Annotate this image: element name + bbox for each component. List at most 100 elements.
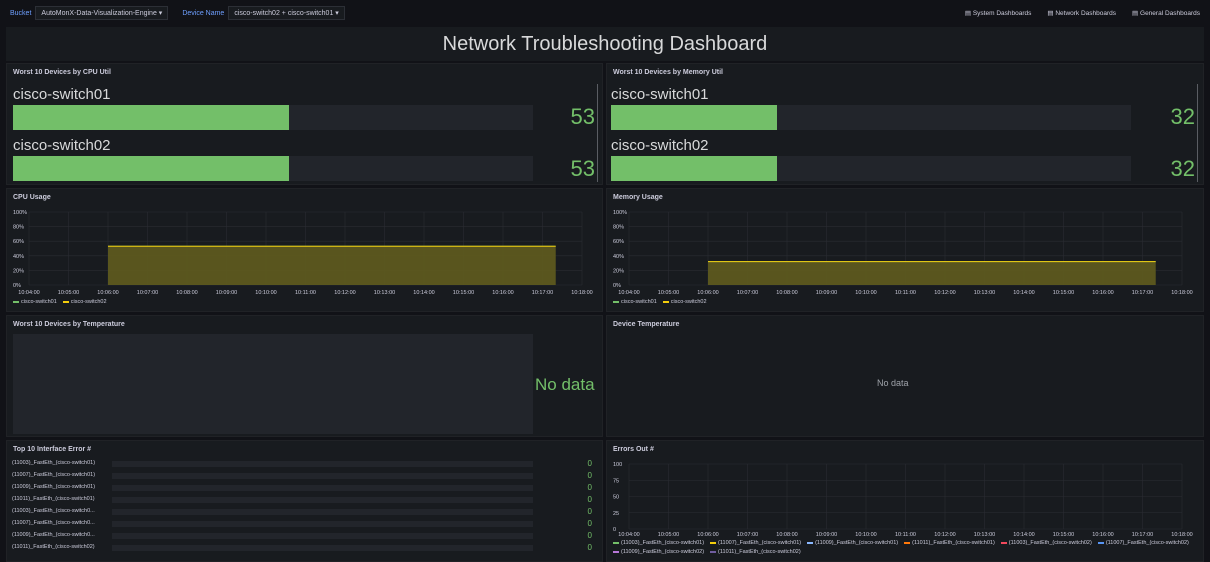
y-tick-label: 60% [613,239,624,245]
x-tick-label: 10:10:00 [855,290,876,296]
x-tick-label: 10:14:00 [413,290,434,296]
legend-swatch [613,542,619,544]
y-tick-label: 25 [613,511,619,517]
scrollbar[interactable] [597,84,598,182]
scrollbar[interactable] [1197,84,1198,182]
interface-error-panel: Top 10 Interface Error # (11003)_FastEth… [6,440,603,562]
dashboard-links: ▤ System Dashboards ▤ Network Dashboards… [965,9,1200,17]
y-tick-label: 0 [613,527,616,533]
y-tick-label: 80% [13,225,24,231]
legend-swatch [62,301,69,303]
chevron-down-icon: ▾ [158,10,163,17]
error-row-label: (11003)_FastEth_(cisco-switch01) [12,460,96,466]
x-tick-label: 10:16:00 [1092,532,1113,538]
legend-item[interactable]: (11007)_FastEth_(cisco-switch01) [710,540,801,546]
device-label: Device Name [182,9,225,17]
legend-item[interactable]: (11009)_FastEth_(cisco-switch01) [807,540,898,546]
no-data-text: No data [877,378,909,388]
panel-title: Top 10 Interface Error # [13,446,92,453]
gauge-bar [611,156,1131,181]
y-tick-label: 75 [613,478,619,484]
x-tick-label: 10:05:00 [658,532,679,538]
x-tick-label: 10:06:00 [697,532,718,538]
error-row-value: 0 [587,459,592,468]
device-variable: Device Name cisco-switch02 + cisco-switc… [172,6,345,20]
gauge-value: 32 [1170,104,1195,129]
legend-item[interactable]: (11011)_FastEth_(cisco-switch01) [904,540,995,546]
x-tick-label: 10:10:00 [855,532,876,538]
cpu-util-panel: Worst 10 Devices by CPU Util cisco-switc… [6,63,603,185]
gauge-fill [13,156,289,181]
legend-swatch [710,551,717,553]
legend-item[interactable]: cisco-switch02 [62,299,107,305]
error-row-label: (11007)_FastEth_(cisco-switch01) [12,472,96,478]
dashboard-title: Network Troubleshooting Dashboard [6,27,1204,61]
x-tick-label: 10:15:00 [453,290,474,296]
x-tick-label: 10:10:00 [255,290,276,296]
device-temperature-panel: Device Temperature No data [606,315,1204,437]
error-row-value: 0 [587,531,592,540]
error-row-value: 0 [587,495,592,504]
x-tick-label: 10:15:00 [1053,290,1074,296]
chart-legend: (11003)_FastEth_(cisco-switch01) (11007)_… [613,540,1198,555]
x-tick-label: 10:08:00 [776,290,797,296]
x-tick-label: 10:14:00 [1013,290,1034,296]
link-network-dashboards[interactable]: ▤ Network Dashboards [1047,9,1116,17]
gauge-value: 53 [570,104,595,129]
legend-item[interactable]: (11003)_FastEth_(cisco-switch01) [613,540,704,546]
device-select[interactable]: cisco-switch02 + cisco-switch01 ▾ [228,6,345,20]
x-tick-label: 10:04:00 [618,290,639,296]
y-tick-label: 60% [13,239,24,245]
legend-item[interactable]: (11011)_FastEth_(cisco-switch02) [710,549,801,555]
error-row-value: 0 [587,483,592,492]
y-tick-label: 20% [13,268,24,274]
panel-title: Worst 10 Devices by Temperature [13,321,125,328]
legend-item[interactable]: cisco-switch02 [662,299,707,305]
error-row-bar [112,485,533,491]
x-tick-label: 10:18:00 [571,290,592,296]
x-tick-label: 10:13:00 [974,290,995,296]
x-tick-label: 10:15:00 [1053,532,1074,538]
panel-title: Worst 10 Devices by Memory Util [613,69,723,76]
x-tick-label: 10:16:00 [492,290,513,296]
series-area [108,246,556,285]
gauge-bar [13,105,533,130]
x-tick-label: 10:06:00 [697,290,718,296]
gauge-fill [611,105,778,130]
x-tick-label: 10:07:00 [737,290,758,296]
panel-title: Device Temperature [613,321,680,328]
legend-item[interactable]: cisco-switch01 [13,299,57,305]
x-tick-label: 10:16:00 [1092,290,1113,296]
bucket-select[interactable]: AutoMonX-Data-Visualization-Engine ▾ [35,6,169,20]
x-tick-label: 10:11:00 [895,290,916,296]
x-tick-label: 10:09:00 [216,290,237,296]
legend-item[interactable]: cisco-switch01 [613,299,657,305]
gauge-fill [13,105,289,130]
link-general-dashboards[interactable]: ▤ General Dashboards [1132,9,1200,17]
x-tick-label: 10:13:00 [374,290,395,296]
bucket-variable: Bucket AutoMonX-Data-Visualization-Engin… [0,6,169,20]
x-tick-label: 10:07:00 [737,532,758,538]
legend-item[interactable]: (11007)_FastEth_(cisco-switch02) [1097,540,1189,546]
x-tick-label: 10:11:00 [295,290,316,296]
error-row-bar [112,497,533,503]
legend-item[interactable]: (11003)_FastEth_(cisco-switch02) [1000,540,1092,546]
error-row-value: 0 [587,507,592,516]
error-row-label: (11011)_FastEth_(cisco-switch02) [12,544,95,550]
legend-swatch [1097,542,1104,544]
link-system-dashboards[interactable]: ▤ System Dashboards [965,9,1032,17]
error-row-label: (11003)_FastEth_(cisco-switch0... [12,508,95,514]
y-tick-label: 20% [613,268,624,274]
error-row-bar [112,545,533,551]
gauge-device-name: cisco-switch01 [13,86,111,103]
x-tick-label: 10:08:00 [176,290,197,296]
x-tick-label: 10:04:00 [18,290,39,296]
x-tick-label: 10:14:00 [1013,532,1034,538]
chart-legend: cisco-switch01 cisco-switch02 [13,299,107,305]
memory-usage-chart: 0% 20% 40% 60% 80% 100% 10:04:00 10:05:00 10:06:… [613,210,1193,296]
legend-swatch [13,301,19,303]
legend-item[interactable]: (11009)_FastEth_(cisco-switch02) [613,549,704,555]
bucket-value: AutoMonX-Data-Visualization-Engine [41,9,157,17]
x-tick-label: 10:17:00 [1132,532,1153,538]
chevron-down-icon: ▾ [335,10,339,17]
